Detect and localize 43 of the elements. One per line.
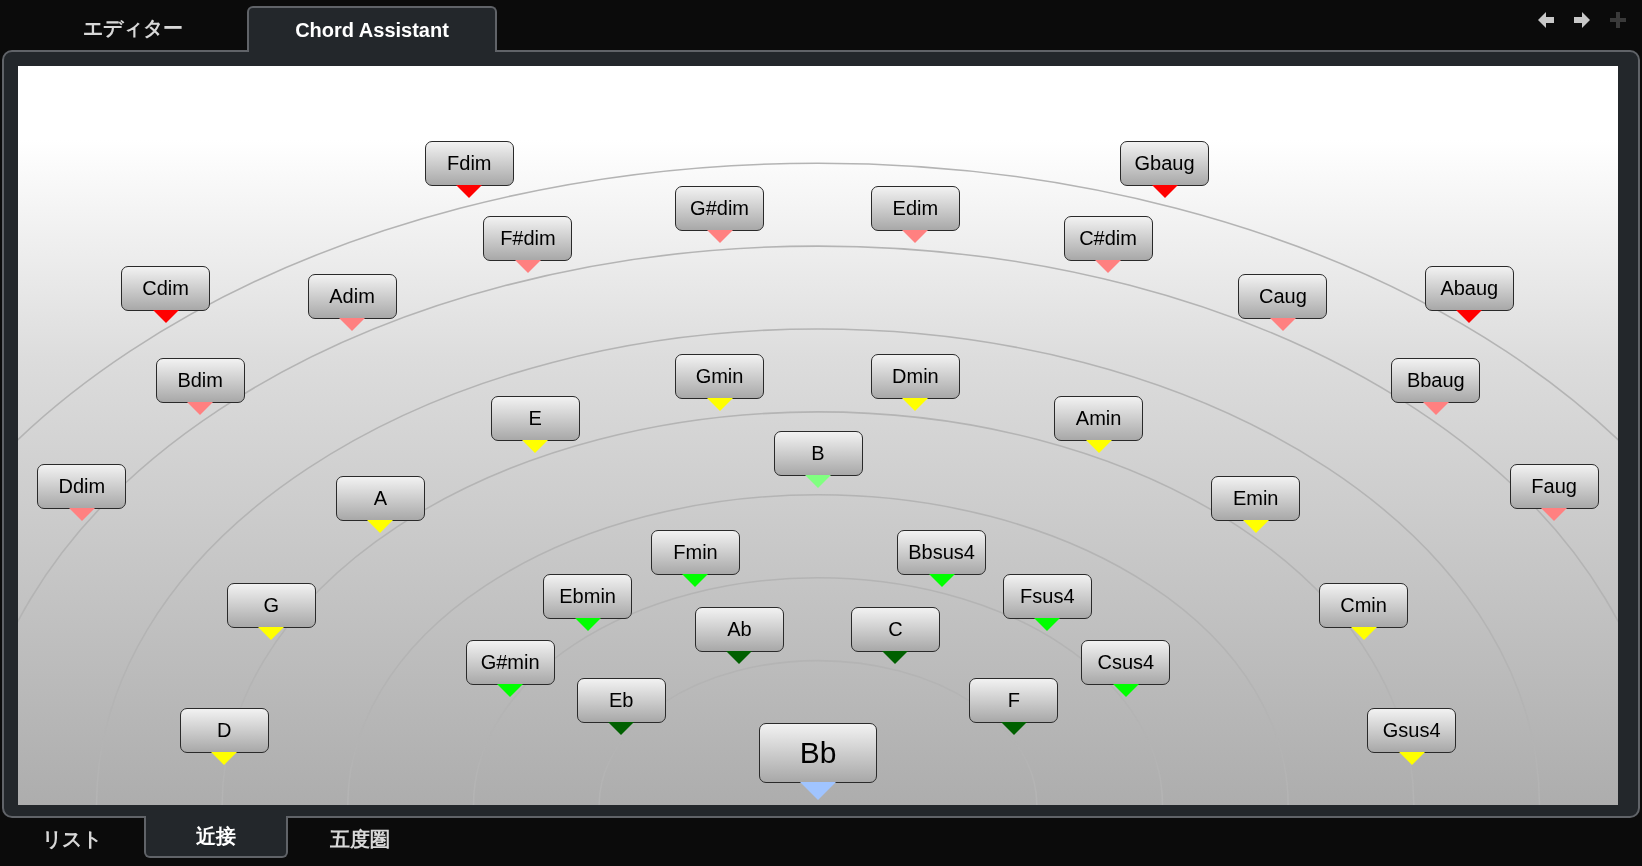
chord-button[interactable]: F [969,677,1059,723]
chord-button[interactable]: Fsus4 [1002,573,1092,619]
chord-button[interactable]: Bdim [155,358,245,404]
chord-button[interactable]: G#min [465,639,555,685]
chord-button[interactable]: Bb [759,722,877,783]
chord-button[interactable]: Gsus4 [1367,707,1457,753]
tab[interactable]: リスト [0,816,144,862]
chord-button[interactable]: Gmin [675,353,765,399]
chord-button[interactable]: Adim [307,274,397,320]
chord-button[interactable]: Fmin [651,529,740,575]
chord-button[interactable]: E [490,395,580,441]
tab[interactable]: 近接 [144,816,288,858]
chord-button[interactable]: Faug [1509,463,1599,509]
forward-arrow-icon[interactable] [1572,10,1592,30]
chord-button[interactable]: Ab [694,607,784,653]
chord-button[interactable]: B [773,431,863,477]
chord-button[interactable]: Dmin [870,353,960,399]
chord-button[interactable]: C#dim [1063,215,1153,261]
chord-button[interactable]: Abaug [1424,266,1514,311]
back-arrow-icon[interactable] [1536,10,1556,30]
chord-button[interactable]: Fdim [424,141,514,187]
chord-button[interactable]: Ebmin [543,573,633,619]
chord-button[interactable]: D [179,707,269,753]
chord-button[interactable]: Csus4 [1081,639,1171,685]
chord-button[interactable]: Caug [1238,274,1328,320]
chord-button[interactable]: Cmin [1319,583,1409,629]
chord-button[interactable]: Emin [1211,476,1301,522]
tab[interactable]: エディター [18,6,247,50]
chord-button[interactable]: Edim [870,186,960,232]
chord-button[interactable]: F#dim [483,215,573,261]
tab[interactable]: 五度圏 [288,816,432,862]
chord-button[interactable]: A [335,476,425,522]
chord-button[interactable]: Amin [1054,395,1144,441]
chord-button[interactable]: G#dim [675,186,765,232]
chord-button[interactable]: Eb [576,677,666,723]
chord-button[interactable]: Bbaug [1391,358,1481,404]
chord-button[interactable]: G [226,583,316,629]
chord-button[interactable]: C [851,607,940,653]
chord-button[interactable]: Ddim [37,463,127,509]
tab[interactable]: Chord Assistant [247,6,497,52]
chord-button[interactable]: Cdim [121,266,211,311]
chord-button[interactable]: Bbsus4 [897,529,987,575]
chord-button[interactable]: Gbaug [1120,141,1210,187]
